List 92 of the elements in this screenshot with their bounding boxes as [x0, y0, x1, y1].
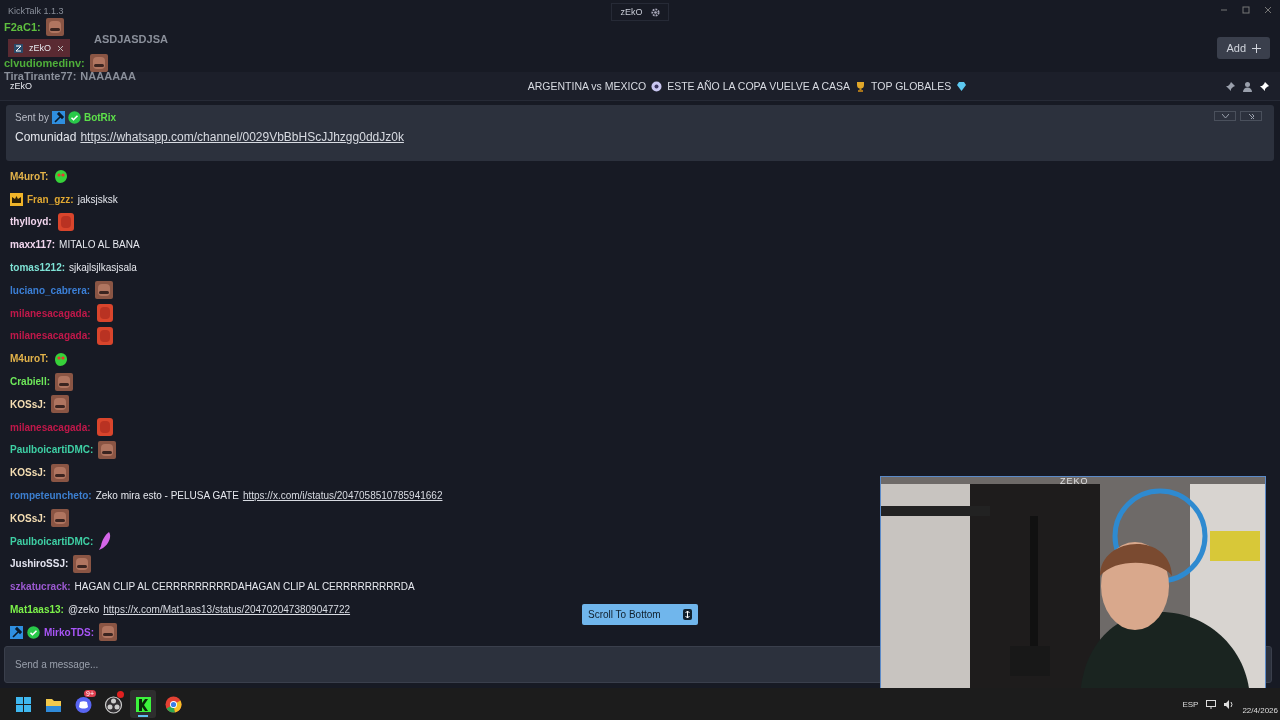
sent-by-label: Sent by: [15, 112, 49, 123]
stream-title: ARGENTINA vs MEXICO: [527, 80, 647, 92]
trophy-icon: [855, 80, 867, 92]
ball-icon: [651, 80, 663, 92]
kick-icon[interactable]: [135, 696, 151, 712]
unpin-icon: [1247, 112, 1255, 120]
username[interactable]: KOSsJ:: [10, 398, 47, 410]
monitor-icon[interactable]: [1206, 699, 1217, 709]
verified-icon: [67, 111, 81, 124]
username[interactable]: PaulboicartiDMC:: [10, 444, 94, 456]
message-link[interactable]: https://x.com/Mat1aas13/status/2047020473809047722: [103, 604, 351, 616]
emote-icon: [94, 325, 115, 346]
username[interactable]: tomas1212:: [10, 262, 66, 274]
emote-icon: [94, 417, 115, 438]
username[interactable]: PaulboicartiDMC:: [10, 535, 94, 547]
pin-icon[interactable]: [1225, 80, 1236, 92]
message-text: @zeko: [67, 604, 100, 616]
close-icon[interactable]: [1264, 6, 1272, 14]
overlay-message: NAAAAAA: [80, 70, 136, 82]
channel-logo-icon: [14, 43, 23, 53]
emote-icon: [55, 212, 76, 232]
start-icon[interactable]: [15, 696, 31, 712]
verified-icon: [27, 625, 40, 639]
channel-name: zEkO: [10, 81, 33, 91]
username[interactable]: szkatucrack:: [10, 581, 71, 593]
username[interactable]: M4uroT:: [10, 170, 49, 182]
emote-icon: [50, 394, 71, 415]
unpin-button[interactable]: [1240, 111, 1262, 121]
username[interactable]: maxx117:: [10, 239, 56, 251]
hammer-icon: [10, 625, 23, 639]
stream-title: TOP GLOBALES: [871, 80, 952, 92]
message-text: MITALO AL BANA: [59, 239, 140, 251]
maximize-icon[interactable]: [1242, 6, 1250, 14]
emote-icon: [44, 17, 65, 37]
username[interactable]: KOSsJ:: [10, 467, 47, 479]
username[interactable]: Fran_gzz:: [27, 193, 74, 205]
username[interactable]: rompeteuncheto:: [10, 490, 92, 502]
emote-icon: [72, 553, 93, 574]
message-text: HAGAN CLIP AL CERRRRRRRRRDAHAGAN CLIP AL CERRRRRRRRRDA: [74, 581, 415, 593]
overlay-label: ZEKO: [1060, 476, 1089, 486]
emote-icon: [94, 280, 115, 301]
channel-tab[interactable]: zEkO: [8, 39, 70, 57]
expand-button[interactable]: [1214, 111, 1236, 121]
language-indicator[interactable]: ESP: [1182, 699, 1199, 709]
username[interactable]: thylloyd:: [10, 216, 52, 228]
username[interactable]: JushiroSSJ:: [10, 558, 69, 570]
overlay-username: F2aC1:: [4, 21, 41, 33]
stream-title: ESTE AÑO LA COPA VUELVE A CASA: [667, 80, 851, 92]
taskbar-app[interactable]: [130, 690, 156, 718]
obs-icon[interactable]: [104, 695, 122, 714]
username[interactable]: M4uroT:: [10, 353, 49, 365]
emote-icon: [97, 439, 118, 460]
date: 22/4/2026: [1242, 705, 1278, 715]
volume-icon[interactable]: [1224, 699, 1235, 709]
username[interactable]: luciano_cabrera:: [10, 284, 91, 296]
username[interactable]: KOSsJ:: [10, 512, 47, 524]
overlay-username: clvudiomedinv:: [4, 57, 85, 69]
emote-icon: [94, 303, 115, 324]
plus-icon: [1252, 43, 1261, 53]
hammer-icon: [51, 111, 65, 124]
add-button[interactable]: Add: [1217, 37, 1270, 59]
scroll-to-bottom-button[interactable]: Scroll To Bottom: [582, 604, 698, 625]
chrome-icon[interactable]: [165, 696, 181, 712]
folder-icon[interactable]: [45, 698, 61, 712]
message-text: sjkajlsjlkasjsala: [69, 262, 137, 274]
emote-icon: [88, 53, 109, 73]
emote-icon: [50, 462, 71, 483]
crown-icon: [10, 192, 23, 206]
emote-icon: [98, 622, 118, 643]
chevron-down-icon: [1221, 114, 1229, 118]
message-text: jaksjsksk: [77, 193, 118, 205]
discord-icon[interactable]: [75, 696, 91, 713]
username[interactable]: Crabiell:: [10, 376, 50, 388]
pin-icon[interactable]: [1259, 80, 1270, 92]
channel-pill[interactable]: zEkO: [611, 3, 669, 21]
pinned-text: Comunidad: [15, 130, 77, 144]
username[interactable]: Mat1aas13:: [10, 604, 64, 616]
message-text: Zeko mira esto - PELUSA GATE: [95, 490, 239, 502]
overlay-message: ASDJASDJSA: [94, 33, 168, 45]
emote-icon: [50, 508, 71, 529]
pinned-link[interactable]: https://whatsapp.com/channel/0029VbBbHScJJhzgg0ddJz0k: [80, 130, 404, 144]
emote-icon: [54, 371, 74, 392]
settings-icon[interactable]: [650, 7, 660, 17]
app-version: KickTalk 1.1.3: [8, 6, 64, 16]
user-icon[interactable]: [1242, 80, 1253, 92]
close-icon[interactable]: [57, 44, 64, 52]
overlay-username: TiraTirante77:: [4, 70, 77, 82]
scroll-icon: [683, 609, 692, 620]
author-name: BotRix: [83, 112, 117, 123]
message-link[interactable]: https://x.com/i/status/2047058510785941662: [242, 490, 443, 502]
gem-icon: [956, 80, 968, 92]
username[interactable]: MirkoTDS:: [44, 626, 94, 638]
